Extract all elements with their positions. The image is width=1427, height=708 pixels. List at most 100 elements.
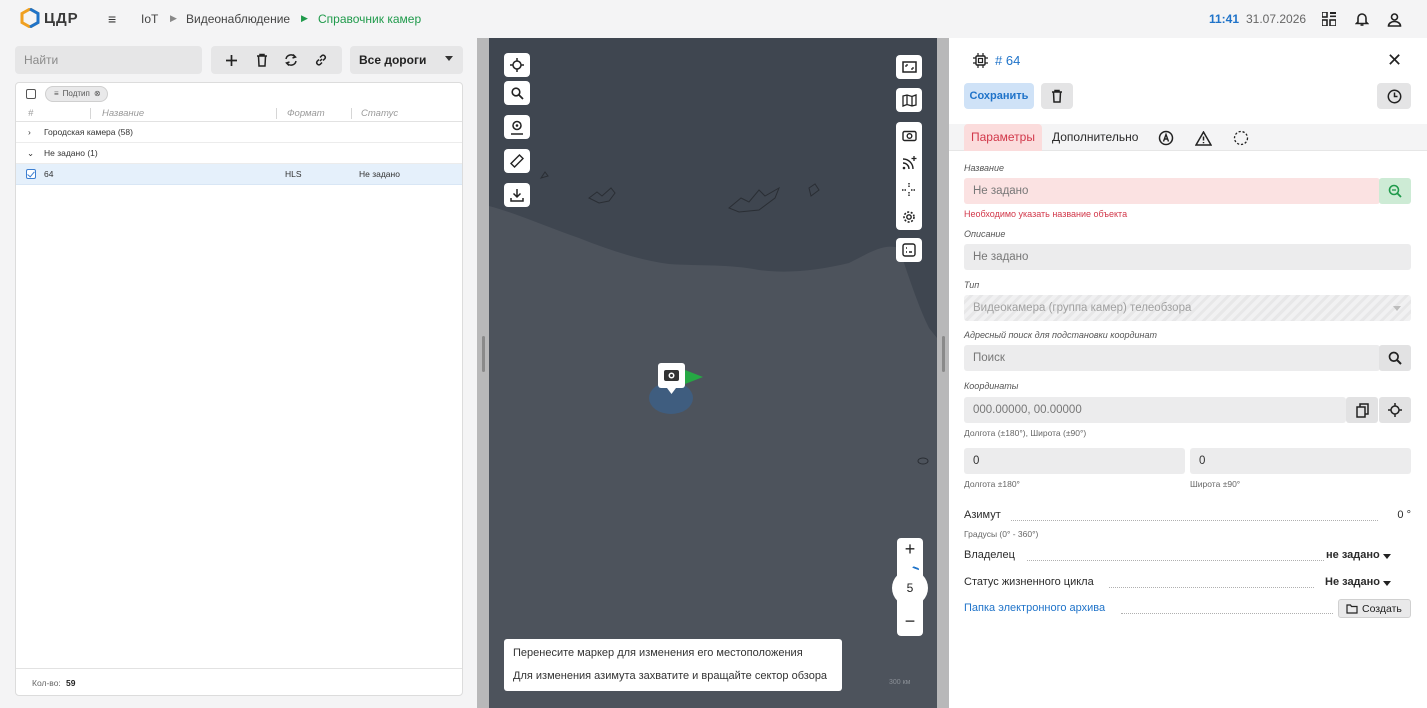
list-icon: ≡ [54, 89, 59, 98]
column-header-id[interactable]: # [28, 108, 33, 119]
hamburger-menu-icon[interactable]: ≡ [108, 11, 116, 27]
longitude-hint: Долгота ±180° [964, 479, 1020, 489]
map-layer-toolbar [896, 122, 922, 230]
azimuth-value[interactable]: 0 ° [1397, 509, 1411, 521]
table-row[interactable]: 64 HLS Не задано [16, 164, 462, 185]
collapse-all-icon[interactable] [26, 89, 36, 99]
search-input[interactable]: Найти [15, 46, 202, 74]
trash-icon[interactable] [251, 49, 273, 71]
row-checkbox[interactable] [26, 169, 36, 179]
type-select: Видеокамера (группа камер) телеобзора [964, 295, 1411, 321]
ruler-icon[interactable] [504, 149, 530, 173]
user-icon[interactable] [1385, 10, 1403, 28]
pick-location-button[interactable] [1379, 397, 1411, 423]
breadcrumb-video[interactable]: Видеонаблюдение [186, 12, 290, 26]
create-archive-button[interactable]: Создать [1338, 599, 1411, 618]
map-layers-icon[interactable] [896, 88, 922, 112]
caret-down-icon[interactable] [1383, 581, 1391, 586]
dotted-leader [1027, 560, 1324, 561]
owner-row[interactable]: Владелец не задано [964, 549, 1411, 565]
zoom-in-button[interactable]: + [897, 539, 923, 560]
rss-add-icon[interactable] [896, 149, 922, 176]
camera-layer-icon[interactable] [896, 122, 922, 149]
column-divider [90, 108, 91, 119]
chevron-down-icon[interactable]: ⌄ [27, 148, 34, 159]
table-header: # Название Формат Статус [16, 105, 462, 122]
description-input[interactable]: Не задано [964, 244, 1411, 270]
breadcrumb-iot[interactable]: IoT [141, 12, 158, 26]
delete-button[interactable] [1041, 83, 1073, 109]
address-search-label: Адресный поиск для подстановки координат [964, 330, 1157, 340]
column-header-status[interactable]: Статус [361, 108, 398, 119]
trash-icon [1052, 89, 1062, 103]
name-input[interactable]: Не задано [964, 178, 1380, 204]
search-icon [1388, 351, 1402, 365]
chevron-right-icon: ▶ [301, 13, 308, 23]
coordinates-label: Координаты [964, 381, 1019, 391]
map-scale: 300 км [889, 679, 911, 686]
type-value: Видеокамера (группа камер) телеобзора [973, 302, 1192, 314]
crosshair-icon[interactable] [896, 176, 922, 203]
zoom-level: 5 [892, 570, 928, 606]
owner-value[interactable]: не задано [1326, 549, 1380, 561]
copy-coordinates-button[interactable] [1346, 397, 1378, 423]
latitude-input[interactable]: 0 [1190, 448, 1411, 474]
column-header-format[interactable]: Формат [287, 108, 325, 119]
map-pin-icon[interactable] [504, 115, 530, 139]
link-icon[interactable] [310, 49, 332, 71]
chevron-right-icon[interactable]: › [28, 127, 31, 137]
settings-gear-icon[interactable] [896, 203, 922, 230]
tab-parameters[interactable]: Параметры [964, 124, 1042, 151]
add-icon[interactable] [221, 49, 243, 71]
map-hint-line-2: Для изменения азимута захватите и вращай… [513, 670, 828, 682]
caret-down-icon[interactable] [1383, 554, 1391, 559]
locate-icon[interactable] [504, 53, 530, 77]
download-icon[interactable] [504, 183, 530, 207]
address-search-button[interactable] [1379, 345, 1411, 371]
owner-label: Владелец [964, 549, 1015, 561]
filter-chip[interactable]: ≡ Подтип ⊗ [45, 86, 108, 102]
tab-dashed-circle-icon[interactable] [1232, 129, 1250, 147]
map-view[interactable]: + 5 − Перенесите маркер для изменения ег… [489, 38, 937, 708]
name-lookup-button[interactable] [1379, 178, 1411, 204]
row-format: HLS [285, 169, 302, 179]
count-value: 59 [66, 678, 76, 688]
lifecycle-row[interactable]: Статус жизненного цикла Не задано [964, 576, 1411, 592]
splitter-handle-right[interactable] [942, 336, 945, 372]
list-toolbar [211, 46, 342, 74]
close-icon[interactable]: ✕ [1387, 50, 1402, 71]
group-row[interactable]: › Городская камера (58) [16, 122, 462, 143]
apps-grid-icon[interactable] [1320, 10, 1338, 28]
azimuth-row[interactable]: Азимут 0 ° [964, 509, 1411, 525]
tab-warning-icon[interactable] [1194, 129, 1212, 147]
azimuth-label: Азимут [964, 509, 1001, 521]
refresh-icon[interactable] [280, 49, 302, 71]
address-search-input[interactable]: Поиск [964, 345, 1380, 371]
lifecycle-value[interactable]: Не задано [1325, 576, 1380, 588]
description-label: Описание [964, 229, 1006, 239]
coordinates-input[interactable]: 000.00000, 00.00000 [964, 397, 1346, 423]
longitude-input[interactable]: 0 [964, 448, 1185, 474]
fullscreen-icon[interactable] [896, 55, 922, 79]
camera-marker[interactable] [647, 360, 707, 416]
tab-additional[interactable]: Дополнительно [1052, 124, 1138, 151]
dotted-leader [1011, 520, 1378, 521]
column-header-name[interactable]: Название [102, 108, 144, 119]
dotted-leader [1121, 613, 1333, 614]
group-row[interactable]: ⌄ Не задано (1) [16, 143, 462, 164]
roads-select[interactable]: Все дороги [350, 46, 463, 74]
tab-circle-a-icon[interactable] [1157, 129, 1175, 147]
zoom-out-button[interactable]: − [897, 611, 923, 632]
latitude-hint: Широта ±90° [1190, 479, 1241, 489]
search-icon[interactable] [504, 81, 530, 105]
logo[interactable]: ЦДР [20, 8, 79, 28]
save-button[interactable]: Сохранить [964, 83, 1034, 109]
splitter-handle-left[interactable] [482, 336, 485, 372]
history-button[interactable] [1377, 83, 1411, 109]
chip-remove-icon[interactable]: ⊗ [94, 89, 101, 98]
logo-text: ЦДР [44, 9, 79, 27]
bell-icon[interactable] [1353, 10, 1371, 28]
filter-row: ≡ Подтип ⊗ [16, 83, 462, 105]
archive-label[interactable]: Папка электронного архива [964, 602, 1105, 614]
legend-icon[interactable] [896, 238, 922, 262]
